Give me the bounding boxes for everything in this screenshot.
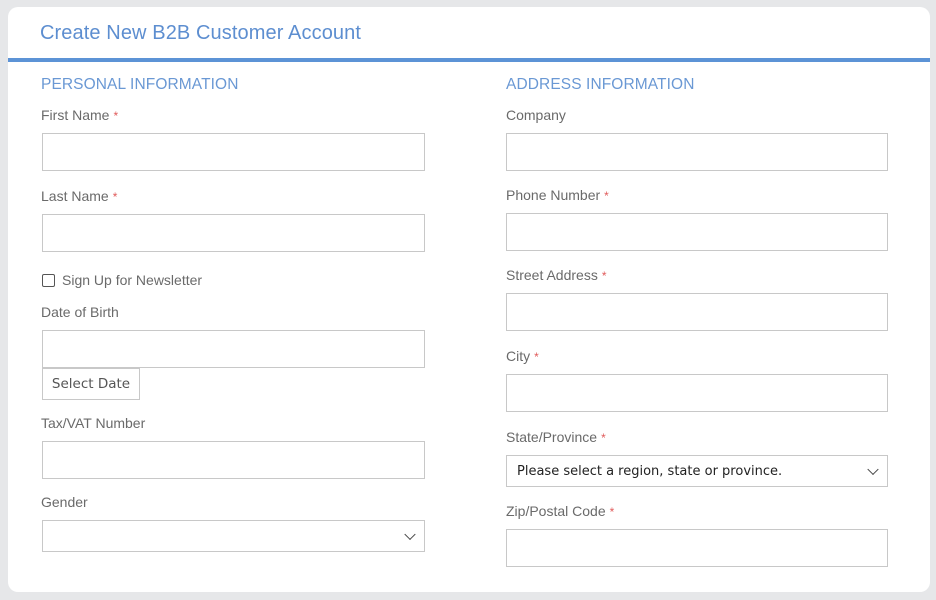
zip-label-text: Zip/Postal Code bbox=[506, 503, 606, 519]
state-select[interactable]: Please select a region, state or provinc… bbox=[506, 455, 888, 487]
newsletter-checkbox[interactable] bbox=[42, 274, 55, 287]
state-selected-value: Please select a region, state or provinc… bbox=[517, 463, 783, 479]
city-label-text: City bbox=[506, 348, 531, 364]
gender-label: Gender bbox=[41, 494, 88, 510]
street-address-input[interactable] bbox=[506, 293, 888, 331]
required-marker: * bbox=[609, 505, 615, 519]
phone-label: Phone Number * bbox=[506, 187, 609, 203]
select-date-button[interactable]: Select Date bbox=[42, 368, 140, 400]
chevron-down-icon bbox=[404, 528, 416, 541]
first-name-label: First Name * bbox=[41, 107, 118, 123]
chevron-down-icon bbox=[867, 463, 879, 476]
tax-vat-input[interactable] bbox=[42, 441, 425, 479]
phone-input[interactable] bbox=[506, 213, 888, 251]
phone-label-text: Phone Number bbox=[506, 187, 601, 203]
state-label-text: State/Province bbox=[506, 429, 598, 445]
city-label: City * bbox=[506, 348, 539, 364]
required-marker: * bbox=[601, 431, 606, 445]
company-input[interactable] bbox=[506, 133, 888, 171]
last-name-input[interactable] bbox=[42, 214, 425, 252]
address-info-heading: ADDRESS INFORMATION bbox=[506, 76, 695, 93]
title-divider bbox=[8, 58, 930, 62]
state-label: State/Province * bbox=[506, 429, 606, 445]
required-marker: * bbox=[113, 109, 119, 123]
gender-select[interactable] bbox=[42, 520, 425, 552]
required-marker: * bbox=[604, 189, 609, 203]
company-label: Company bbox=[506, 107, 566, 123]
personal-info-heading: PERSONAL INFORMATION bbox=[41, 76, 239, 93]
tax-vat-label: Tax/VAT Number bbox=[41, 415, 146, 431]
page-title: Create New B2B Customer Account bbox=[40, 22, 362, 44]
required-marker: * bbox=[112, 190, 118, 204]
street-label-text: Street Address bbox=[506, 267, 598, 283]
last-name-label-text: Last Name bbox=[41, 188, 109, 204]
required-marker: * bbox=[534, 350, 539, 364]
zip-input[interactable] bbox=[506, 529, 888, 567]
first-name-input[interactable] bbox=[42, 133, 425, 171]
zip-label: Zip/Postal Code * bbox=[506, 503, 614, 519]
dob-label: Date of Birth bbox=[41, 304, 119, 320]
last-name-label: Last Name * bbox=[41, 188, 117, 204]
first-name-label-text: First Name bbox=[41, 107, 110, 123]
city-input[interactable] bbox=[506, 374, 888, 412]
account-form-card: Create New B2B Customer Account PERSONAL… bbox=[8, 7, 930, 592]
dob-input[interactable] bbox=[42, 330, 425, 368]
street-label: Street Address * bbox=[506, 267, 607, 283]
required-marker: * bbox=[601, 269, 607, 283]
newsletter-label[interactable]: Sign Up for Newsletter bbox=[62, 272, 202, 288]
